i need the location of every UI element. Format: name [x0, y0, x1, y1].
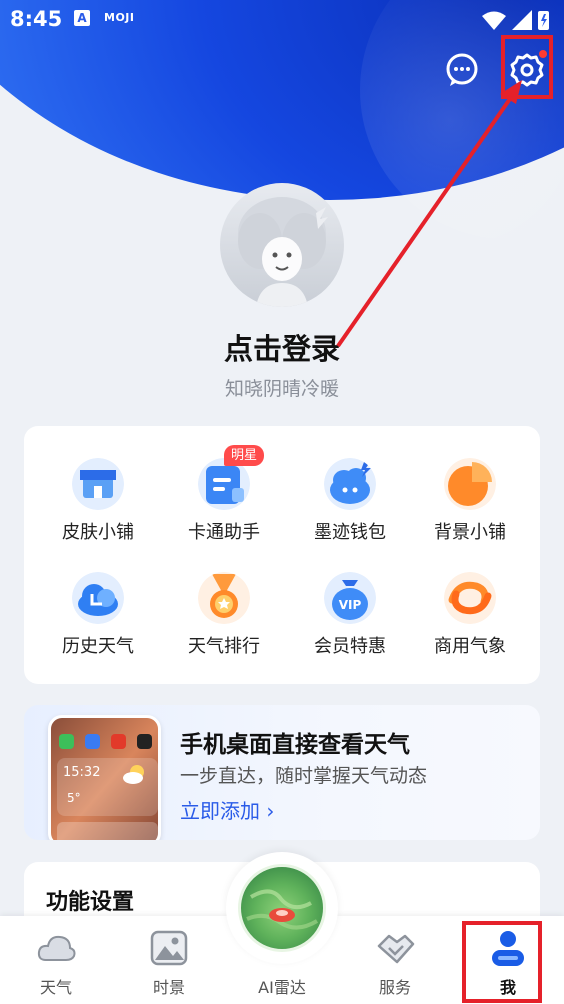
feature-grid-card: 皮肤小铺 卡通助手 墨迹钱包 背景小铺 历史天气 天气排行 VIP 会员特惠 商… — [24, 426, 540, 684]
promo-title: 手机桌面直接查看天气 — [180, 732, 410, 758]
tab-label: 服务 — [378, 978, 411, 997]
handshake-icon — [377, 934, 415, 964]
vip-bag-icon: VIP — [324, 572, 376, 624]
tab-scenes[interactable]: 时景 — [119, 916, 219, 1004]
grid-label: 会员特惠 — [314, 636, 386, 657]
grid-item-skin-store[interactable]: 皮肤小铺 — [38, 458, 158, 558]
message-icon[interactable] — [444, 52, 480, 88]
business-swirl-icon — [444, 572, 496, 624]
settings-highlight-box — [501, 35, 553, 99]
phone-widget-preview: 15:32 5° — [48, 715, 161, 840]
moji-notification-icon: MOJI — [104, 11, 135, 24]
me-tab-highlight-box — [462, 921, 542, 1003]
status-time: 8:45 — [10, 7, 63, 31]
wallet-icon — [324, 458, 376, 510]
grid-label: 墨迹钱包 — [314, 522, 386, 543]
avatar[interactable] — [220, 183, 344, 307]
tab-weather[interactable]: 天气 — [6, 916, 106, 1004]
grid-label: 卡通助手 — [188, 522, 260, 543]
login-title[interactable]: 点击登录 — [0, 326, 564, 368]
medal-icon — [198, 572, 250, 624]
grid-label: 天气排行 — [188, 636, 260, 657]
radar-map-icon[interactable] — [238, 864, 326, 952]
grid-label: 背景小铺 — [434, 522, 506, 543]
cloud-icon — [37, 935, 76, 961]
status-bar: 8:45 A MOJI — [0, 0, 564, 40]
grid-label: 商用气象 — [434, 636, 506, 657]
signal-icon — [512, 10, 532, 30]
store-icon — [72, 458, 124, 510]
widget-promo-card[interactable]: 15:32 5° 手机桌面直接查看天气 一步直达，随时掌握天气动态 立即添加 › — [24, 705, 540, 840]
status-icons — [482, 10, 549, 30]
tab-services[interactable]: 服务 — [345, 916, 445, 1004]
widget-time: 15:32 — [63, 765, 100, 780]
svg-text:VIP: VIP — [339, 598, 362, 612]
star-badge: 明星 — [224, 445, 265, 466]
grid-label: 皮肤小铺 — [62, 522, 134, 543]
pie-chart-icon — [444, 458, 496, 510]
login-subtitle: 知晓阴晴冷暖 — [224, 378, 339, 400]
image-icon — [150, 930, 188, 966]
grid-item-vip-deals[interactable]: VIP 会员特惠 — [290, 572, 410, 672]
grid-item-history-weather[interactable]: 历史天气 — [38, 572, 158, 672]
grid-item-cartoon-assistant[interactable]: 卡通助手 — [164, 458, 284, 558]
add-now-link[interactable]: 立即添加 › — [180, 795, 274, 824]
tab-label: AI雷达 — [258, 978, 306, 997]
grid-item-wallet[interactable]: 墨迹钱包 — [290, 458, 410, 558]
history-cloud-icon — [72, 572, 124, 624]
widget-temp: 5° — [67, 791, 81, 805]
tab-label: 天气 — [39, 978, 72, 997]
app-notification-icon: A — [74, 10, 90, 26]
grid-label: 历史天气 — [62, 636, 134, 657]
function-settings-title: 功能设置 — [46, 890, 135, 915]
tab-label: 时景 — [152, 978, 185, 997]
grid-item-business-weather[interactable]: 商用气象 — [410, 572, 530, 672]
promo-subtitle: 一步直达，随时掌握天气动态 — [180, 765, 428, 787]
grid-item-background-store[interactable]: 背景小铺 — [410, 458, 530, 558]
grid-item-weather-ranking[interactable]: 天气排行 — [164, 572, 284, 672]
wifi-icon — [482, 11, 506, 30]
